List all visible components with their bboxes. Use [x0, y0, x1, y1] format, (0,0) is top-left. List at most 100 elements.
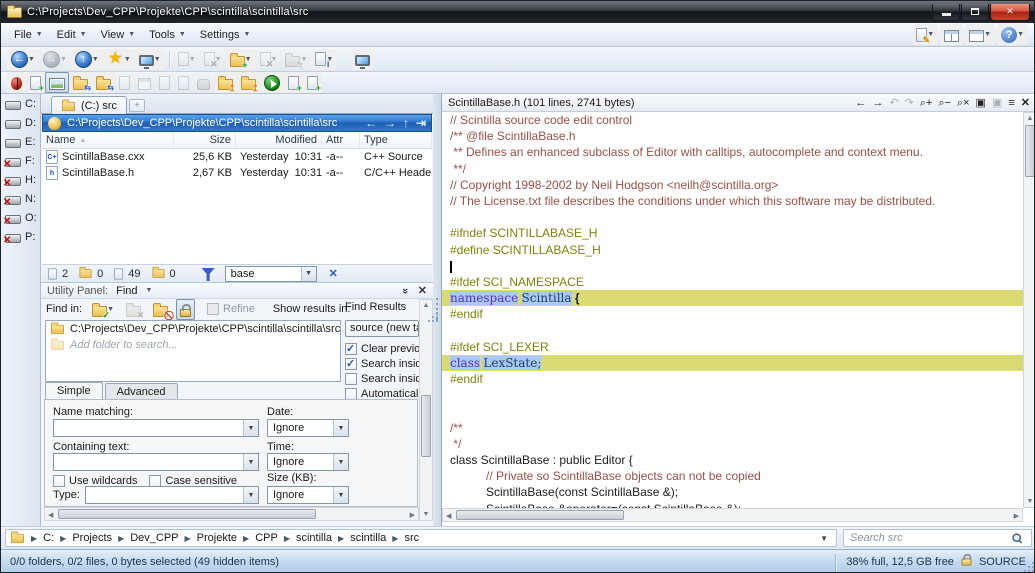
- column-header-modified[interactable]: Modified: [236, 132, 322, 148]
- use-wildcards-checkbox[interactable]: [53, 474, 65, 487]
- menu-item-settings[interactable]: Settings ▼: [193, 26, 258, 44]
- save-selection-button[interactable]: [155, 72, 174, 93]
- viewer-close-icon[interactable]: ✕: [1021, 96, 1030, 110]
- include-folder-button[interactable]: ✓ ▼: [88, 299, 118, 320]
- dropdown-chevron-icon[interactable]: ▼: [60, 56, 67, 63]
- file-row[interactable]: h ScintillaBase.h 2,67 KB Yesterday 10:31 -a…: [42, 165, 432, 181]
- minimize-button[interactable]: [932, 3, 960, 21]
- time-select[interactable]: Ignore ▼: [267, 453, 349, 471]
- path-back-icon[interactable]: ←: [365, 115, 377, 131]
- pane-splitter[interactable]: [433, 94, 441, 526]
- breadcrumb-item-projekte[interactable]: Projekte: [195, 532, 239, 544]
- dropdown-chevron-icon[interactable]: ▼: [189, 56, 196, 63]
- quick-viewer-button[interactable]: [45, 72, 69, 93]
- close-panel-icon[interactable]: ✕: [418, 284, 427, 297]
- new-tab-button[interactable]: +: [129, 99, 145, 112]
- refine-checkbox[interactable]: [207, 303, 220, 315]
- drive-item-p[interactable]: P:: [1, 227, 40, 247]
- code-view[interactable]: // Scintilla source code edit control /**…: [442, 112, 1023, 508]
- path-forward-icon[interactable]: →: [384, 115, 396, 131]
- case-sensitive-checkbox[interactable]: [149, 474, 162, 487]
- menu-item-view[interactable]: View ▼: [94, 26, 143, 44]
- drive-item-f[interactable]: F:: [1, 151, 40, 171]
- find-option-checkbox[interactable]: [345, 357, 357, 370]
- column-header-name[interactable]: Name ▲: [42, 132, 174, 148]
- search-folder-list[interactable]: C:\Projects\Dev_CPP\Projekte\CPP\scintil…: [45, 320, 341, 382]
- sync-browse-right-button[interactable]: ⇆: [92, 72, 115, 93]
- dropdown-chevron-icon[interactable]: ▼: [28, 56, 35, 63]
- rename-button[interactable]: ↰ ▼: [281, 48, 312, 70]
- execute-button[interactable]: [260, 72, 284, 93]
- date-select[interactable]: Ignore ▼: [267, 419, 349, 437]
- address-bar[interactable]: C:\Projects\Dev_CPP\Projekte\CPP\scintil…: [42, 114, 432, 132]
- add-left-pane-button[interactable]: +: [284, 72, 303, 93]
- find-option-0[interactable]: Clear previou: [345, 341, 419, 356]
- breadcrumb-item-dev_cpp[interactable]: Dev_CPP: [128, 532, 180, 544]
- viewer-frame-icon[interactable]: ▣: [976, 96, 986, 110]
- breadcrumb-item-cpp[interactable]: CPP: [253, 532, 280, 544]
- collapse-panel-icon[interactable]: »: [399, 287, 411, 293]
- customize-button[interactable]: ✎ ▼: [912, 24, 939, 45]
- forward-button[interactable]: → ▼: [38, 48, 71, 70]
- viewer-horizontal-scrollbar[interactable]: ◀ ▶: [442, 508, 1023, 522]
- network-button[interactable]: ▼: [134, 48, 165, 70]
- viewer-redo-icon[interactable]: ↷: [905, 96, 914, 110]
- delete-button[interactable]: ✕ ▼: [255, 48, 282, 70]
- properties-button[interactable]: i ▼: [311, 48, 338, 70]
- find-option-1[interactable]: Search inside: [345, 356, 419, 371]
- new-tab-pane-button[interactable]: +: [26, 72, 45, 93]
- name-matching-input[interactable]: ▼: [53, 419, 259, 437]
- tab-advanced[interactable]: Advanced: [104, 383, 178, 400]
- maximize-button[interactable]: [961, 3, 989, 21]
- menu-item-file[interactable]: File ▼: [7, 26, 50, 44]
- drive-item-o[interactable]: O:: [1, 208, 40, 228]
- menu-item-edit[interactable]: Edit ▼: [50, 26, 94, 44]
- single-pane-layout-button[interactable]: ▼: [965, 24, 996, 45]
- viewer-vertical-scrollbar[interactable]: ▲ ▼: [1023, 112, 1034, 508]
- drag-hand-button[interactable]: [193, 72, 214, 93]
- console-window-button[interactable]: [351, 48, 375, 70]
- results-target-button[interactable]: source (new tab: [345, 320, 419, 337]
- path-follow-icon[interactable]: ⇥: [416, 115, 426, 131]
- menu-item-tools[interactable]: Tools ▼: [142, 26, 193, 44]
- find-option-2[interactable]: Search inside: [345, 371, 419, 386]
- viewer-frame2-icon[interactable]: ▣: [992, 96, 1002, 110]
- breadcrumb-item-scintilla[interactable]: scintilla: [348, 532, 388, 544]
- drive-item-d[interactable]: D:: [1, 113, 40, 132]
- debug-bug-button[interactable]: [7, 72, 26, 93]
- find-panel-vertical-scrollbar[interactable]: ▲ ▼: [419, 299, 433, 521]
- back-button[interactable]: ← ▼: [7, 48, 39, 70]
- clipboard-button[interactable]: [115, 72, 134, 93]
- breadcrumb-item-scintilla[interactable]: scintilla: [294, 532, 334, 544]
- find-option-checkbox[interactable]: [345, 342, 357, 355]
- viewer-forward-icon[interactable]: →: [872, 96, 883, 110]
- exclude-folder-button[interactable]: ⃠: [149, 299, 172, 320]
- breadcrumb-dropdown-icon[interactable]: ▼: [816, 534, 832, 543]
- copy-pane-button[interactable]: [174, 72, 193, 93]
- favorites-button[interactable]: ★ ▼: [102, 48, 135, 70]
- column-header-attr[interactable]: Attr: [322, 132, 360, 148]
- add-folder-row[interactable]: Add folder to search...: [46, 337, 340, 353]
- drive-item-c[interactable]: C:: [1, 94, 40, 113]
- search-folder-row[interactable]: C:\Projects\Dev_CPP\Projekte\CPP\scintil…: [46, 321, 340, 337]
- dropdown-chevron-icon[interactable]: ▼: [92, 56, 99, 63]
- folder-up-button[interactable]: ↥: [214, 72, 237, 93]
- resize-grip[interactable]: [1024, 562, 1034, 572]
- zoom-in-icon[interactable]: ⌕+: [920, 96, 933, 110]
- viewer-menu-icon[interactable]: ≡: [1008, 96, 1014, 110]
- filter-dropdown-icon[interactable]: ▼: [300, 266, 316, 281]
- utility-panel-mode[interactable]: Find: [116, 285, 137, 297]
- breadcrumb-item-src[interactable]: src: [402, 532, 421, 544]
- drive-item-e[interactable]: E:: [1, 132, 40, 151]
- remove-folder-button[interactable]: ✕: [122, 299, 145, 320]
- find-panel-horizontal-scrollbar[interactable]: ◀ ▶: [44, 507, 419, 521]
- close-button[interactable]: ✕: [990, 3, 1030, 21]
- folder-up-new-tab-button[interactable]: ↥: [237, 72, 260, 93]
- filter-combobox[interactable]: base ▼: [224, 265, 317, 282]
- column-header-size[interactable]: Size: [174, 132, 236, 148]
- find-option-checkbox[interactable]: [345, 372, 357, 385]
- viewer-back-icon[interactable]: ←: [855, 96, 866, 110]
- file-row[interactable]: C+ ScintillaBase.cxx 25,6 KB Yesterday 10:3…: [42, 149, 432, 165]
- dropdown-chevron-icon[interactable]: ▼: [124, 56, 131, 63]
- scheduler-button[interactable]: [134, 72, 155, 93]
